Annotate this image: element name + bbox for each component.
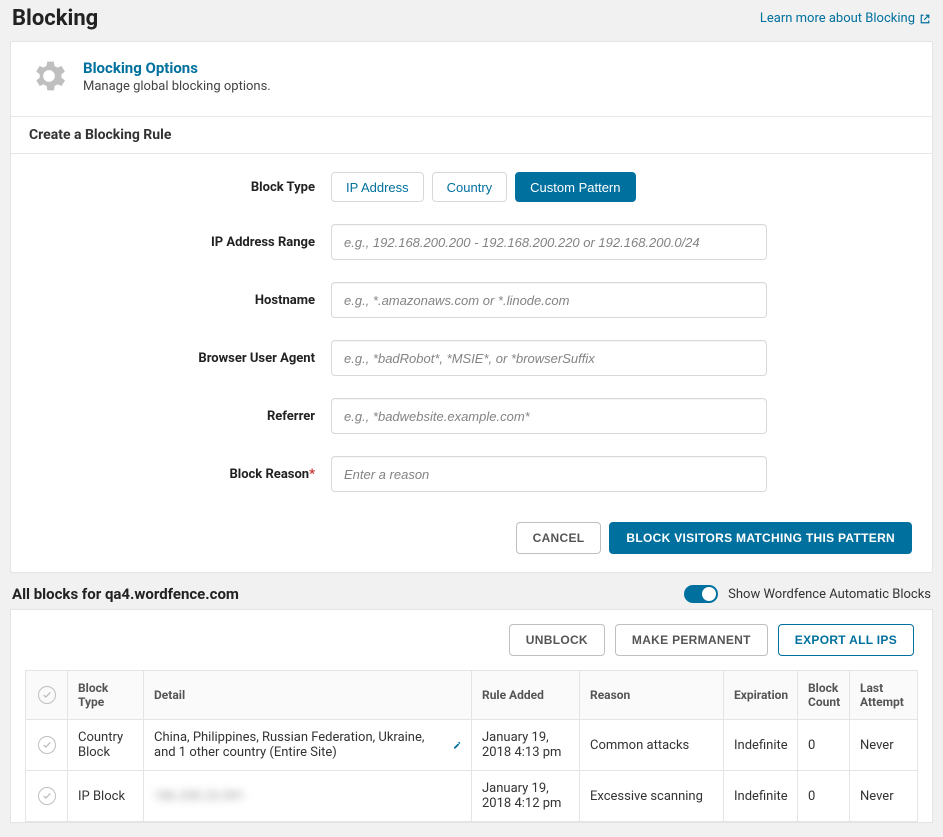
blocks-card: UNBLOCK MAKE PERMANENT EXPORT ALL IPS Bl… [10, 609, 933, 823]
select-all-checkbox[interactable] [38, 686, 56, 704]
block-type-tabs: IP Address Country Custom Pattern [331, 172, 636, 202]
blocking-options-link[interactable]: Blocking Options [83, 59, 271, 77]
blocking-card: Blocking Options Manage global blocking … [10, 41, 933, 573]
unblock-button[interactable]: UNBLOCK [509, 624, 605, 656]
col-detail[interactable]: Detail [144, 671, 472, 720]
hostname-input[interactable] [331, 282, 767, 318]
cancel-button[interactable]: CANCEL [516, 522, 602, 554]
create-rule-heading: Create a Blocking Rule [11, 116, 932, 154]
row-count: 0 [798, 720, 850, 771]
make-permanent-button[interactable]: MAKE PERMANENT [615, 624, 768, 656]
block-type-label: Block Type [31, 180, 331, 195]
gear-icon [29, 56, 69, 96]
tab-country[interactable]: Country [432, 172, 508, 202]
row-type: Country Block [68, 720, 144, 771]
col-reason[interactable]: Reason [580, 671, 724, 720]
row-reason: Excessive scanning [580, 771, 724, 822]
hostname-label: Hostname [31, 293, 331, 308]
export-ips-button[interactable]: EXPORT ALL IPS [778, 624, 914, 656]
row-count: 0 [798, 771, 850, 822]
table-header: Block Type Detail Rule Added Reason Expi… [26, 671, 918, 720]
row-checkbox[interactable] [38, 736, 56, 754]
tab-custom-pattern[interactable]: Custom Pattern [515, 172, 635, 202]
ip-range-input[interactable] [331, 224, 767, 260]
all-blocks-heading: All blocks for qa4.wordfence.com [12, 585, 239, 603]
referrer-input[interactable] [331, 398, 767, 434]
row-checkbox[interactable] [38, 787, 56, 805]
user-agent-label: Browser User Agent [31, 351, 331, 366]
page-title: Blocking [12, 6, 98, 31]
block-reason-label: Block Reason* [31, 467, 331, 482]
ip-range-label: IP Address Range [31, 235, 331, 250]
learn-more-link[interactable]: Learn more about Blocking [760, 11, 931, 26]
row-last: Never [850, 771, 918, 822]
user-agent-input[interactable] [331, 340, 767, 376]
learn-more-label: Learn more about Blocking [760, 11, 915, 26]
col-rule-added[interactable]: Rule Added [472, 671, 580, 720]
col-last-attempt[interactable]: Last Attempt [850, 671, 918, 720]
create-rule-form: Block Type IP Address Country Custom Pat… [11, 154, 932, 522]
automatic-blocks-label: Show Wordfence Automatic Blocks [728, 587, 931, 602]
blocks-table: Block Type Detail Rule Added Reason Expi… [25, 670, 918, 822]
row-expiration: Indefinite [724, 771, 798, 822]
row-expiration: Indefinite [724, 720, 798, 771]
row-type: IP Block [68, 771, 144, 822]
col-block-type[interactable]: Block Type [68, 671, 144, 720]
edit-icon[interactable] [453, 739, 461, 752]
referrer-label: Referrer [31, 409, 331, 424]
automatic-blocks-toggle[interactable] [684, 585, 718, 603]
external-link-icon [919, 13, 931, 25]
row-added: January 19, 2018 4:13 pm [472, 720, 580, 771]
block-reason-input[interactable] [331, 456, 767, 492]
tab-ip-address[interactable]: IP Address [331, 172, 424, 202]
table-row: IP Block 186.200.23.091 January 19, 2018… [26, 771, 918, 822]
col-block-count[interactable]: Block Count [798, 671, 850, 720]
row-reason: Common attacks [580, 720, 724, 771]
blocking-options-subtitle: Manage global blocking options. [83, 79, 271, 94]
col-expiration[interactable]: Expiration [724, 671, 798, 720]
table-row: Country Block China, Philippines, Russia… [26, 720, 918, 771]
block-pattern-button[interactable]: BLOCK VISITORS MATCHING THIS PATTERN [609, 522, 912, 554]
row-last: Never [850, 720, 918, 771]
row-detail: China, Philippines, Russian Federation, … [144, 720, 472, 771]
row-added: January 19, 2018 4:12 pm [472, 771, 580, 822]
row-detail: 186.200.23.091 [144, 771, 472, 822]
